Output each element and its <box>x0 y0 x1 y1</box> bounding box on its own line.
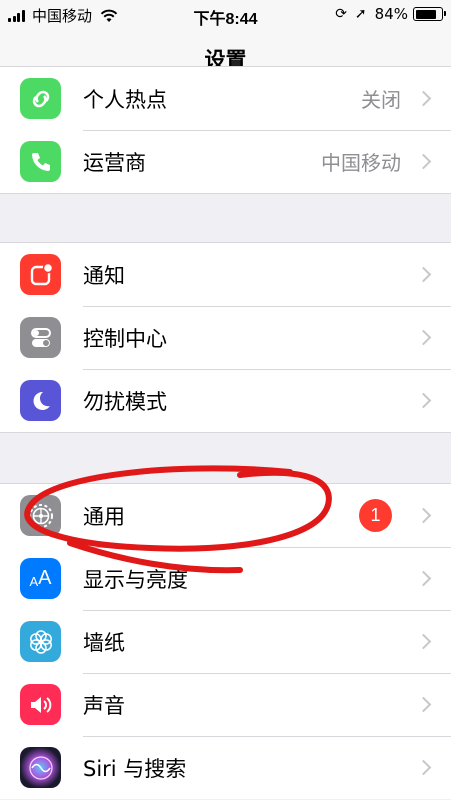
moon-icon <box>20 380 61 421</box>
battery-icon <box>413 7 446 21</box>
hotspot-icon <box>20 78 61 119</box>
chevron-right-icon <box>415 266 432 283</box>
chevron-right-icon <box>415 696 432 713</box>
chevron-right-icon <box>415 759 432 776</box>
chevron-right-icon <box>415 153 432 170</box>
speaker-icon <box>20 684 61 725</box>
settings-row-carrier[interactable]: 运营商 中国移动 <box>0 130 451 193</box>
chevron-right-icon <box>415 392 432 409</box>
battery-percent: 84% <box>374 5 408 23</box>
settings-row-control-center[interactable]: 控制中心 <box>0 306 451 369</box>
row-label: 通用 <box>83 504 125 529</box>
display-brightness-icon: AA <box>20 558 61 599</box>
gear-icon <box>20 495 61 536</box>
row-label: 声音 <box>83 693 125 718</box>
control-center-icon <box>20 317 61 358</box>
settings-group-network: 个人热点 关闭 运营商 中国移动 <box>0 66 451 194</box>
row-label: 显示与亮度 <box>83 567 188 592</box>
row-label: 控制中心 <box>83 326 167 351</box>
row-label: 个人热点 <box>83 87 167 112</box>
row-label: 运营商 <box>83 150 146 175</box>
orientation-lock-icon: ⟳ <box>335 6 347 22</box>
chevron-right-icon <box>415 507 432 524</box>
row-value: 关闭 <box>361 88 401 112</box>
settings-row-siri-search[interactable]: Siri 与搜索 <box>0 736 451 799</box>
chevron-right-icon <box>415 329 432 346</box>
phone-icon <box>20 141 61 182</box>
settings-row-notifications[interactable]: 通知 <box>0 243 451 306</box>
update-badge: 1 <box>359 499 392 532</box>
chevron-right-icon <box>415 90 432 107</box>
row-label: 通知 <box>83 263 125 288</box>
location-icon: ➚ <box>354 6 367 22</box>
status-bar-right: ⟳ ➚ 84% <box>327 5 446 23</box>
settings-row-hotspot[interactable]: 个人热点 关闭 <box>0 67 451 130</box>
settings-row-do-not-disturb[interactable]: 勿扰模式 <box>0 369 451 432</box>
status-bar: 中国移动 下午8:44 ⟳ ➚ 84% <box>0 0 451 30</box>
settings-row-wallpaper[interactable]: 墙纸 <box>0 610 451 673</box>
siri-icon <box>20 747 61 788</box>
settings-row-display-brightness[interactable]: AA 显示与亮度 <box>0 547 451 610</box>
settings-row-general[interactable]: 通用 1 <box>0 484 451 547</box>
notifications-icon <box>20 254 61 295</box>
settings-group-notifications: 通知 控制中心 勿扰模式 <box>0 242 451 433</box>
row-value: 中国移动 <box>321 151 401 175</box>
row-label: Siri 与搜索 <box>83 756 187 781</box>
row-label: 勿扰模式 <box>83 389 167 414</box>
battery-fill <box>415 9 436 19</box>
wallpaper-icon <box>20 621 61 662</box>
row-label: 墙纸 <box>83 630 125 655</box>
chevron-right-icon <box>415 570 432 587</box>
settings-row-sounds[interactable]: 声音 <box>0 673 451 736</box>
settings-group-general: 通用 1 AA 显示与亮度 墙纸 声音 Siri 与搜索 <box>0 483 451 799</box>
chevron-right-icon <box>415 633 432 650</box>
